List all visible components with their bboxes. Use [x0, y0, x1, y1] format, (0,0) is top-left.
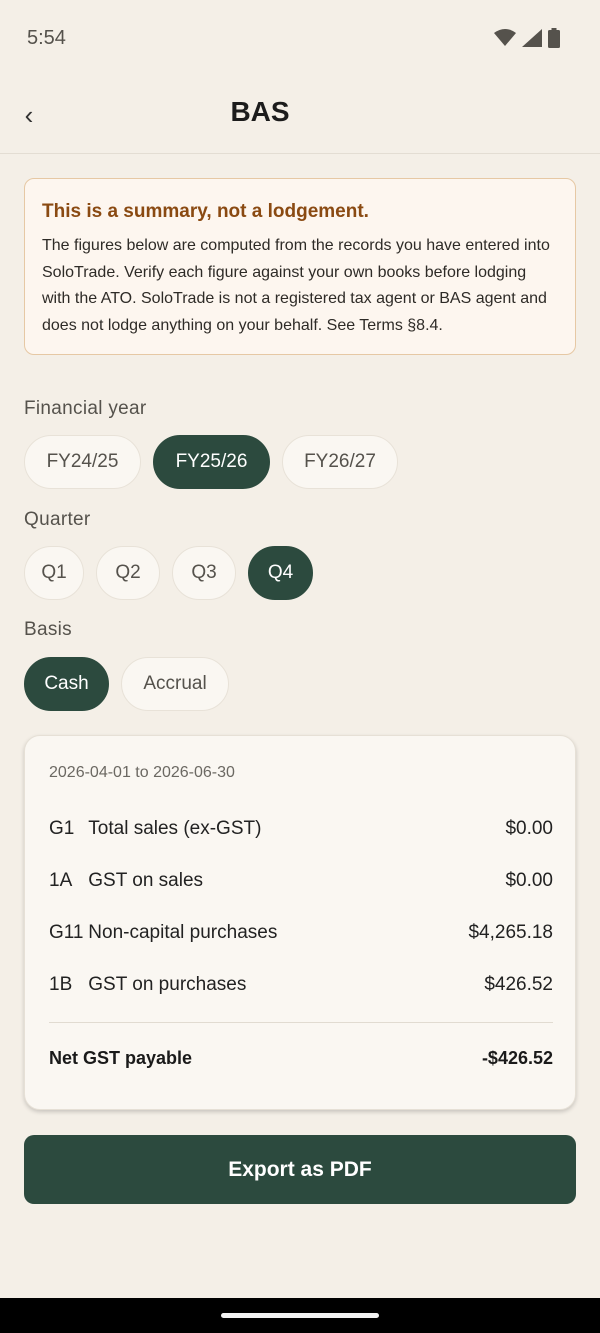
quarter-label: Quarter	[24, 509, 91, 530]
bas-row-1b: 1B GST on purchases $426.52	[49, 970, 553, 1000]
net-gst-value: -$426.52	[481, 1048, 553, 1068]
bas-value: $4,265.18	[468, 922, 553, 943]
app-bar: ‹ BAS	[0, 78, 600, 154]
bas-row-g1: G1 Total sales (ex-GST) $0.00	[49, 814, 553, 844]
bas-label: Non-capital purchases	[88, 922, 278, 943]
disclaimer-notice: This is a summary, not a lodgement. The …	[24, 178, 576, 355]
net-gst-row: Net GST payable -$426.52	[49, 1048, 553, 1069]
bas-code: 1A	[49, 870, 73, 891]
chip-fy2627[interactable]: FY26/27	[282, 435, 398, 489]
financial-year-label: Financial year	[24, 398, 147, 419]
status-bar: 5:54	[0, 0, 600, 78]
chip-accrual[interactable]: Accrual	[121, 657, 229, 711]
bas-row-g11: G11 Non-capital purchases $4,265.18	[49, 918, 553, 948]
quarter-chips: Q1 Q2 Q3 Q4	[24, 546, 313, 600]
page-title: BAS	[230, 96, 290, 127]
period-range: 2026-04-01 to 2026-06-30	[49, 764, 235, 781]
chip-fy2425[interactable]: FY24/25	[24, 435, 141, 489]
system-nav-bar	[0, 1298, 600, 1333]
financial-year-chips: FY24/25 FY25/26 FY26/27	[24, 435, 398, 489]
bas-label: GST on sales	[88, 870, 204, 891]
bas-value: $426.52	[484, 974, 553, 995]
bas-code: 1B	[49, 974, 73, 995]
bas-value: $0.00	[505, 870, 553, 891]
bas-label: GST on purchases	[88, 974, 247, 995]
bas-code: G1	[49, 818, 75, 839]
bas-label: Total sales (ex-GST)	[88, 818, 262, 839]
disclaimer-body: The figures below are computed from the …	[42, 237, 550, 335]
battery-icon	[548, 28, 560, 48]
export-pdf-button[interactable]: Export as PDF	[24, 1135, 576, 1204]
chip-fy2526[interactable]: FY25/26	[153, 435, 270, 489]
home-indicator[interactable]	[221, 1313, 379, 1318]
net-gst-label: Net GST payable	[49, 1048, 193, 1068]
chip-q1[interactable]: Q1	[24, 546, 84, 600]
status-time: 5:54	[27, 27, 66, 49]
bas-row-1a: 1A GST on sales $0.00	[49, 866, 553, 896]
bas-summary-card: 2026-04-01 to 2026-06-30 G1 Total sales …	[24, 735, 576, 1110]
chip-cash[interactable]: Cash	[24, 657, 109, 711]
chip-q2[interactable]: Q2	[96, 546, 160, 600]
wifi-icon	[494, 29, 516, 46]
basis-chips: Cash Accrual	[24, 657, 229, 711]
basis-label: Basis	[24, 619, 72, 640]
status-icons	[494, 27, 560, 49]
signal-icon	[522, 29, 542, 47]
bas-code: G11	[49, 922, 84, 943]
chip-q3[interactable]: Q3	[172, 546, 236, 600]
bas-screen: 5:54 ‹ BAS This is a summary, not a lodg…	[0, 0, 600, 1333]
disclaimer-title: This is a summary, not a lodgement.	[42, 201, 369, 222]
chip-q4[interactable]: Q4	[248, 546, 313, 600]
summary-divider	[49, 1022, 553, 1023]
bas-value: $0.00	[505, 818, 553, 839]
